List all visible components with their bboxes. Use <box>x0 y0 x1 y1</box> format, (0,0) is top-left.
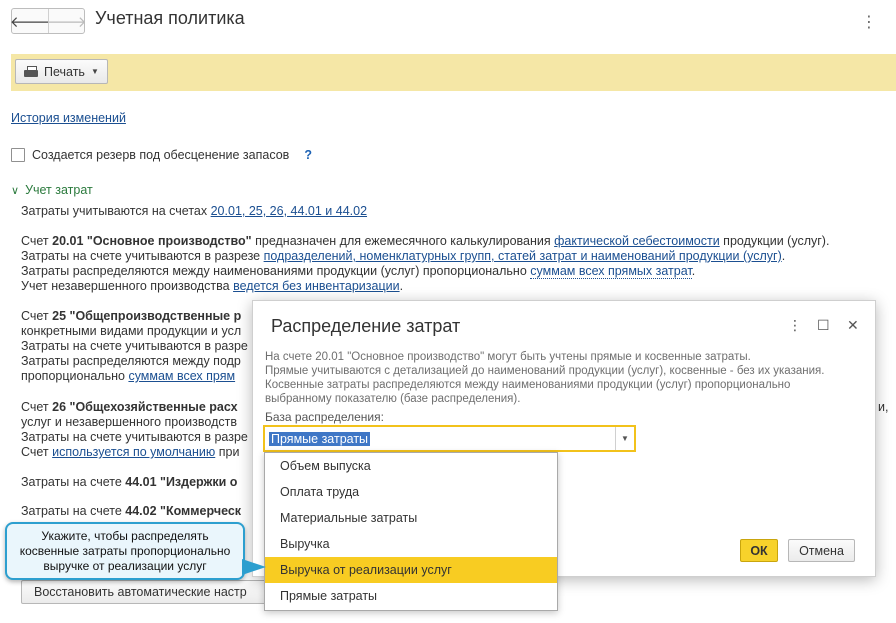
acc25-line2: конкретными видами продукции и усл <box>21 324 242 338</box>
default-link[interactable]: используется по умолчанию <box>52 445 215 459</box>
dialog-menu-icon[interactable]: ⋮ <box>788 317 802 334</box>
desc-line: На счете 20.01 "Основное производство" м… <box>265 351 751 363</box>
text: Затраты распределяются между наименовани… <box>21 264 531 278</box>
callout-pointer <box>242 559 266 575</box>
print-label: Печать <box>44 64 85 79</box>
distribution-base-select[interactable]: Прямые затраты ▼ <box>263 425 636 452</box>
option-revenue[interactable]: Выручка <box>265 531 557 557</box>
text: Затраты на счете <box>21 504 126 518</box>
accounts-text: Затраты учитываются на счетах <box>21 204 208 218</box>
distribution-base-options: Объем выпуска Оплата труда Материальные … <box>264 452 558 611</box>
selected-value: Прямые затраты <box>269 432 371 446</box>
acc4402-line: Затраты на счете 44.02 "Коммерческ <box>21 504 241 519</box>
acc2001-line4: Учет незавершенного производства ведется… <box>21 279 403 294</box>
account-name: 44.01 "Издержки о <box>125 475 238 489</box>
dialog-description: На счете 20.01 "Основное производство" м… <box>265 350 824 406</box>
cancel-button[interactable]: Отмена <box>788 539 855 562</box>
ok-button[interactable]: ОК <box>740 539 778 562</box>
close-icon[interactable]: ✕ <box>847 317 859 334</box>
hint-line: Укажите, чтобы распределять <box>41 529 209 543</box>
acc26-line4: Счет используется по умолчанию при <box>21 445 239 460</box>
acc2001-line1: Счет 20.01 "Основное производство" предн… <box>21 234 829 249</box>
account-name: 25 "Общепроизводственные р <box>52 309 242 323</box>
text: . <box>399 279 404 293</box>
accounts-line: Затраты учитываются на счетах 20.01, 25,… <box>21 204 367 219</box>
text: при <box>215 445 240 459</box>
acc26-line3: Затраты на счете учитываются в разре <box>21 430 248 444</box>
acc26-line2: услуг и незавершенного производств <box>21 415 237 429</box>
text: . <box>691 264 696 278</box>
acc25-line4: Затраты распределяются между подр <box>21 354 241 368</box>
acc26-line1-tail: и, <box>878 400 889 414</box>
acc4401-line: Затраты на счете 44.01 "Издержки о <box>21 475 237 490</box>
text: . <box>781 249 786 263</box>
option-output-volume[interactable]: Объем выпуска <box>265 453 557 479</box>
navigation-buttons: 🡐 🡒 <box>9 8 87 34</box>
option-labor[interactable]: Оплата труда <box>265 479 557 505</box>
acc25-line3: Затраты на счете учитываются в разре <box>21 339 248 353</box>
printer-icon <box>24 65 38 78</box>
history-link[interactable]: История изменений <box>11 111 126 125</box>
hint-callout: Укажите, чтобы распределять косвенные за… <box>5 522 245 580</box>
acc26-line1: Счет 26 "Общехозяйственные расх <box>21 400 238 415</box>
arrow-left-icon: 🡐 <box>9 13 51 31</box>
text: пропорционально <box>21 369 129 383</box>
text: Учет незавершенного производства <box>21 279 234 293</box>
acc25-line5: пропорционально суммам всех прям <box>21 369 235 384</box>
text: Затраты на счете учитываются в разрезе <box>21 249 264 263</box>
desc-line: Прямые учитываются с детализацией до наи… <box>265 365 825 377</box>
hint-line: выручке от реализации услуг <box>43 559 207 573</box>
print-button[interactable]: Печать ▼ <box>15 59 108 84</box>
arrow-right-icon: 🡒 <box>46 13 87 31</box>
help-icon[interactable]: ? <box>304 148 312 162</box>
command-bar: Печать ▼ <box>11 54 896 91</box>
text: Затраты на счете <box>21 475 126 489</box>
chevron-down-icon: ▼ <box>90 67 99 76</box>
acc2001-line3: Затраты распределяются между наименовани… <box>21 264 695 279</box>
section-title: Учет затрат <box>25 183 93 197</box>
distribution-base-link[interactable]: суммам всех прямых затрат <box>530 264 692 279</box>
account-name: 20.01 "Основное производство" <box>52 234 252 248</box>
option-service-revenue[interactable]: Выручка от реализации услуг <box>265 557 557 583</box>
restore-settings-button[interactable]: Восстановить автоматические настр <box>21 580 281 604</box>
direct-costs-link[interactable]: суммам всех прям <box>128 369 235 383</box>
wip-link[interactable]: ведется без инвентаризации <box>233 279 400 293</box>
option-direct-costs[interactable]: Прямые затраты <box>265 583 557 609</box>
back-button[interactable]: 🡐 <box>9 9 51 33</box>
account-name: 44.02 "Коммерческ <box>125 504 242 518</box>
desc-line: Косвенные затраты распределяются между н… <box>265 379 791 391</box>
hint-line: косвенные затраты пропорционально <box>19 544 231 558</box>
text: продукции (услуг). <box>719 234 830 248</box>
text: Счет <box>21 400 53 414</box>
section-cost-accounting[interactable]: ∨ Учет затрат <box>11 183 93 197</box>
more-menu-icon[interactable]: ⋮ <box>861 12 877 32</box>
text: предназначен для ежемесячного калькулиро… <box>251 234 555 248</box>
base-label: База распределения: <box>265 410 384 424</box>
dialog-title: Распределение затрат <box>271 316 461 336</box>
actual-cost-link[interactable]: фактической себестоимости <box>554 234 720 248</box>
page-title: Учетная политика <box>95 8 245 28</box>
desc-line: выбранному показателю (базе распределени… <box>265 393 521 405</box>
chevron-down-icon: ∨ <box>11 184 20 197</box>
chevron-down-icon[interactable]: ▼ <box>615 427 634 450</box>
maximize-icon[interactable]: ☐ <box>817 317 830 334</box>
text: Счет <box>21 309 53 323</box>
option-materials[interactable]: Материальные затраты <box>265 505 557 531</box>
acc2001-line2: Затраты на счете учитываются в разрезе п… <box>21 249 785 264</box>
accounts-link[interactable]: 20.01, 25, 26, 44.01 и 44.02 <box>211 204 367 218</box>
text: Счет <box>21 445 53 459</box>
account-name: 26 "Общехозяйственные расх <box>52 400 238 414</box>
forward-button[interactable]: 🡒 <box>46 9 87 33</box>
text: Счет <box>21 234 53 248</box>
reserve-row: Создается резерв под обесценение запасов… <box>11 148 312 162</box>
acc25-line1: Счет 25 "Общепроизводственные р <box>21 309 241 324</box>
reserve-checkbox[interactable] <box>11 148 25 162</box>
reserve-label: Создается резерв под обесценение запасов <box>32 148 290 162</box>
analytics-link[interactable]: подразделений, номенклатурных групп, ста… <box>264 249 782 263</box>
